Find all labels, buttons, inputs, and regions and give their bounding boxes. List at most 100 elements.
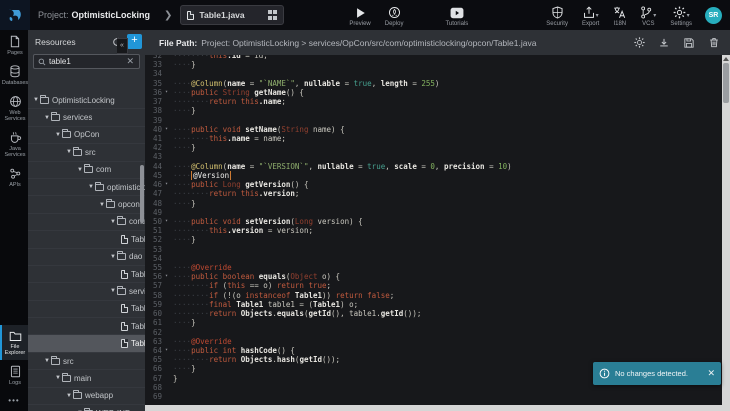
collapse-panel-button[interactable]: «	[117, 38, 128, 54]
expand-arrow-icon[interactable]: ▼	[44, 358, 51, 364]
clear-search-icon[interactable]: ✕	[125, 56, 135, 67]
tree-folder-OptimisticLocking[interactable]: ▼OptimisticLocking	[28, 92, 145, 109]
code-line: 48····}	[145, 199, 722, 208]
fold-gutter	[165, 392, 173, 401]
scroll-up-arrow-icon[interactable]	[723, 57, 729, 61]
expand-arrow-icon[interactable]: ▼	[110, 254, 117, 260]
tree-folder-service[interactable]: ▼service	[28, 283, 145, 300]
tree-item-label: Table1Controller.java	[131, 235, 145, 244]
vcs-button[interactable]: ▾VCS	[640, 6, 656, 27]
expand-arrow-icon[interactable]: ▼	[44, 115, 51, 121]
fold-arrow-icon[interactable]: ▾	[165, 346, 173, 355]
code-line: 50▾····public void setVersion(Long versi…	[145, 217, 722, 226]
editor-horizontal-scrollbar[interactable]	[145, 405, 730, 411]
line-number: 35	[145, 79, 165, 88]
code-line: 34	[145, 69, 722, 78]
preview-button[interactable]: Preview	[349, 6, 370, 27]
deploy-button[interactable]: Deploy	[385, 6, 404, 27]
sidebar-item-databases[interactable]: Databases	[0, 60, 28, 90]
tree-item-label: services	[63, 113, 92, 122]
wavemaker-logo[interactable]	[0, 0, 30, 30]
delete-file-icon[interactable]	[706, 35, 722, 51]
sidebar-item-apis[interactable]: APIs	[0, 162, 28, 192]
expand-arrow-icon[interactable]: ▼	[66, 393, 73, 399]
more-options-icon[interactable]: •••	[0, 390, 28, 411]
line-number: 68	[145, 383, 165, 392]
tree-folder-optimisticlocking[interactable]: ▼optimisticlocking	[28, 179, 145, 196]
tree-folder-dao[interactable]: ▼dao	[28, 249, 145, 266]
tab-table1-java[interactable]: Table1.java	[180, 5, 284, 25]
code-line: 58········if (!(o instanceof Table1)) re…	[145, 291, 722, 300]
expand-arrow-icon[interactable]: ▼	[99, 202, 106, 208]
fold-arrow-icon[interactable]: ▾	[165, 272, 173, 281]
expand-arrow-icon[interactable]: ▼	[55, 132, 62, 138]
fold-gutter	[165, 208, 173, 217]
tree-file-Table1Dao.java[interactable]: Table1Dao.java	[28, 266, 145, 283]
sidebar-item-pages[interactable]: Pages	[0, 30, 28, 60]
sidebar-item-label: Logs	[9, 380, 21, 386]
fold-arrow-icon[interactable]: ▾	[165, 217, 173, 226]
tree-folder-WEB-INF[interactable]: ▼WEB-INF	[28, 405, 145, 411]
topbar-right-actions: Security ▾Export I18N ▾VCS ▾Settings	[539, 3, 699, 27]
fold-gutter	[165, 254, 173, 263]
editor-vertical-scrollbar[interactable]	[722, 55, 730, 405]
code-line: 56▾····public boolean equals(Object o) {	[145, 272, 722, 281]
toast-close-icon[interactable]: ✕	[707, 368, 715, 379]
sidebar-item-web-services[interactable]: WebServices	[0, 90, 28, 126]
tree-folder-controller[interactable]: ▼controller	[28, 214, 145, 231]
tree-file-Table1Controller.java[interactable]: Table1Controller.java	[28, 231, 145, 248]
resources-search[interactable]: ✕	[33, 54, 140, 69]
folder-icon	[40, 97, 49, 104]
security-button[interactable]: Security	[546, 6, 568, 27]
settings-button[interactable]: ▾Settings	[670, 6, 692, 27]
code-editor[interactable]: 32········this.id = id;33····}3435····@C…	[145, 55, 730, 405]
scrollbar-thumb[interactable]	[723, 63, 729, 103]
code-line: 61····}	[145, 318, 722, 327]
editor-settings-gear-icon[interactable]	[631, 35, 647, 51]
resources-scrollbar[interactable]	[140, 165, 144, 223]
download-file-icon[interactable]	[656, 35, 672, 51]
fold-arrow-icon[interactable]: ▾	[165, 180, 173, 189]
line-number: 49	[145, 208, 165, 217]
save-file-icon[interactable]	[681, 35, 697, 51]
fold-arrow-icon[interactable]: ▾	[165, 88, 173, 97]
apis-icon	[9, 167, 22, 180]
add-resource-button[interactable]: +	[127, 34, 142, 49]
export-button[interactable]: ▾Export	[582, 6, 599, 27]
folder-icon	[62, 131, 71, 138]
tutorials-button[interactable]: Tutorials	[445, 6, 468, 27]
expand-arrow-icon[interactable]: ▼	[33, 97, 40, 103]
expand-arrow-icon[interactable]: ▼	[110, 288, 117, 294]
tree-folder-webapp[interactable]: ▼webapp	[28, 388, 145, 405]
layout-grid-icon[interactable]	[268, 10, 278, 20]
i18n-button[interactable]: I18N	[613, 6, 626, 27]
tree-folder-opcon[interactable]: ▼opcon	[28, 196, 145, 213]
fold-gutter	[165, 116, 173, 125]
user-avatar[interactable]: SR	[705, 7, 722, 24]
line-number: 45	[145, 171, 165, 180]
tree-file-Table1Service.java[interactable]: Table1Service.java	[28, 301, 145, 318]
tree-folder-src[interactable]: ▼src	[28, 144, 145, 161]
expand-arrow-icon[interactable]: ▼	[66, 149, 73, 155]
tree-folder-services[interactable]: ▼ services	[28, 109, 145, 126]
tree-item-label: OpCon	[74, 130, 99, 139]
sidebar-item-java-services[interactable]: JavaServices	[0, 126, 28, 162]
fold-arrow-icon[interactable]: ▾	[165, 125, 173, 134]
tree-file-Table1.java[interactable]: Table1.java	[28, 335, 145, 352]
tree-folder-src[interactable]: ▼src	[28, 353, 145, 370]
line-number: 41	[145, 134, 165, 143]
expand-arrow-icon[interactable]: ▼	[55, 375, 62, 381]
sidebar-item-file-explorer[interactable]: FileExplorer	[0, 325, 28, 360]
expand-arrow-icon[interactable]: ▼	[77, 167, 84, 173]
line-number: 38	[145, 106, 165, 115]
pages-icon	[9, 35, 21, 48]
expand-arrow-icon[interactable]: ▼	[88, 184, 95, 190]
tree-folder-com[interactable]: ▼com	[28, 162, 145, 179]
tree-file-Table1ServiceImpl.java[interactable]: Table1ServiceImpl.java	[28, 318, 145, 335]
expand-arrow-icon[interactable]: ▼	[110, 219, 117, 225]
sidebar-item-logs[interactable]: Logs	[0, 360, 28, 390]
tree-folder-OpCon[interactable]: ▼ OpCon	[28, 127, 145, 144]
search-input[interactable]	[49, 57, 125, 66]
fold-gutter	[165, 152, 173, 161]
tree-folder-main[interactable]: ▼main	[28, 370, 145, 387]
